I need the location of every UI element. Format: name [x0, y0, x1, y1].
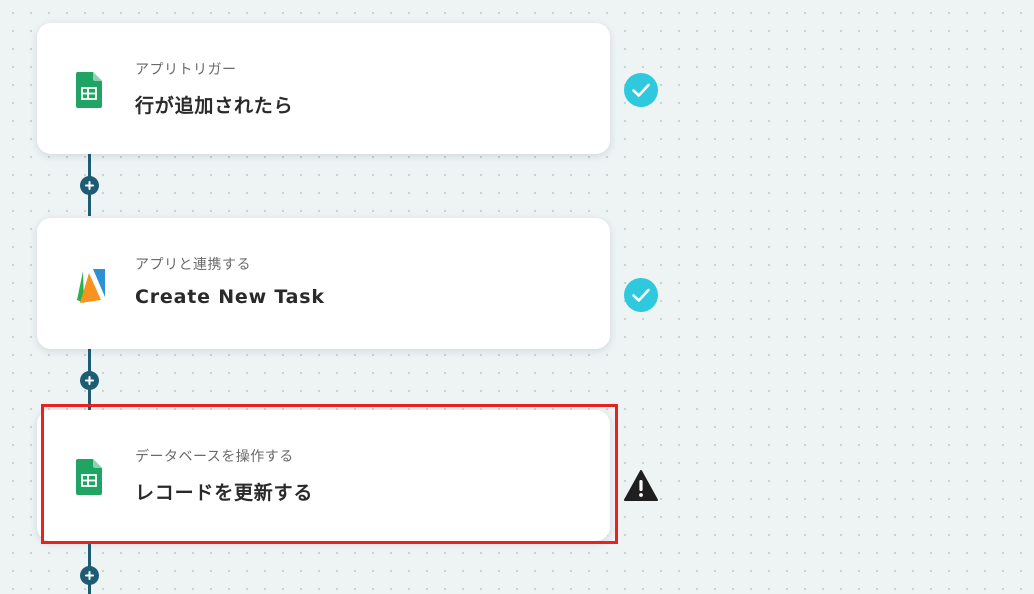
- workflow-step-card-database[interactable]: データベースを操作する レコードを更新する: [37, 410, 610, 541]
- google-sheets-icon: [71, 71, 107, 109]
- workflow-canvas: アプリトリガー 行が追加されたら アプリと連携する Create New Tas…: [0, 0, 1034, 594]
- step-title: 行が追加されたら: [135, 95, 294, 117]
- step-text: アプリトリガー 行が追加されたら: [135, 59, 293, 118]
- step-status-completed: [623, 72, 659, 108]
- step-text: アプリと連携する Create New Task: [135, 254, 325, 308]
- asana-style-app-icon: [71, 266, 107, 304]
- warning-triangle-icon: [624, 470, 658, 501]
- check-circle-icon: [624, 278, 658, 312]
- add-step-button[interactable]: [80, 566, 99, 585]
- check-circle-icon: [624, 73, 658, 107]
- add-step-button[interactable]: [80, 371, 99, 390]
- google-sheets-icon: [71, 458, 107, 496]
- add-step-button[interactable]: [80, 176, 99, 195]
- step-title: レコードを更新する: [135, 482, 314, 504]
- step-title: Create New Task: [135, 286, 325, 308]
- step-type-label: データベースを操作する: [135, 449, 294, 465]
- step-text: データベースを操作する レコードを更新する: [135, 446, 313, 505]
- plus-icon: [85, 571, 94, 580]
- step-type-label: アプリと連携する: [135, 257, 251, 273]
- step-status-completed: [623, 277, 659, 313]
- workflow-step-card-app-action[interactable]: アプリと連携する Create New Task: [37, 218, 610, 349]
- step-type-label: アプリトリガー: [135, 62, 237, 78]
- plus-icon: [85, 181, 94, 190]
- workflow-step-card-trigger[interactable]: アプリトリガー 行が追加されたら: [37, 23, 610, 154]
- plus-icon: [85, 376, 94, 385]
- step-status-warning: [623, 468, 659, 504]
